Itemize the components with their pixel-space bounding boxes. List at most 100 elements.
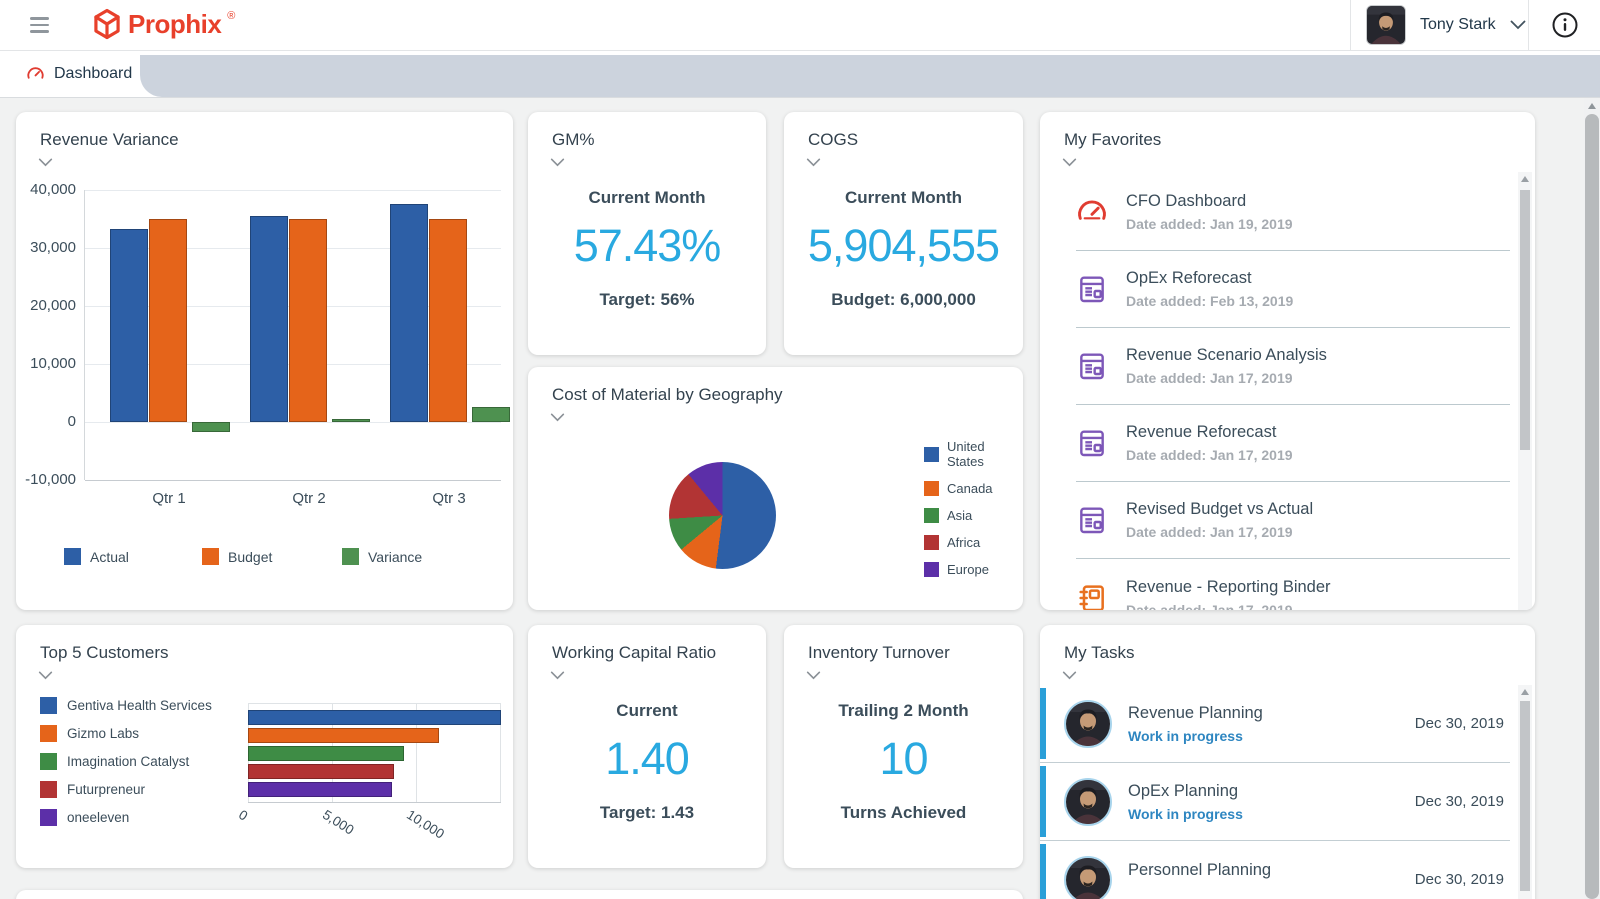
kpi-period-label: Current Month xyxy=(784,188,1023,208)
tab-dashboard-label: Dashboard xyxy=(54,65,132,83)
avatar xyxy=(1064,856,1112,899)
favorite-title: Revenue - Reporting Binder xyxy=(1126,578,1331,597)
gridline xyxy=(85,422,501,423)
x-tick-label: 10,000 xyxy=(404,807,447,842)
chevron-down-icon[interactable] xyxy=(1062,158,1080,170)
legend-swatch xyxy=(40,725,57,742)
legend-item: oneeleven xyxy=(40,809,212,826)
favorite-item[interactable]: Revenue ReforecastDate added: Jan 17, 20… xyxy=(1076,405,1510,482)
legend-label: Africa xyxy=(947,535,980,550)
legend-item: Imagination Catalyst xyxy=(40,753,212,770)
chevron-down-icon[interactable] xyxy=(550,413,568,425)
legend-label: Futurpreneur xyxy=(67,782,145,797)
bar-customer xyxy=(248,764,394,779)
top-bar: Prophix ® Tony Stark xyxy=(0,0,1600,51)
legend-item: Gentiva Health Services xyxy=(40,697,212,714)
task-title: Personnel Planning xyxy=(1128,861,1415,880)
chevron-down-icon[interactable] xyxy=(806,671,824,683)
bar-customer xyxy=(248,746,404,761)
card-title: COGS xyxy=(808,130,858,150)
kpi-value: 5,904,555 xyxy=(784,220,1023,272)
task-status xyxy=(1128,885,1415,899)
y-tick-label: 20,000 xyxy=(18,297,76,314)
page-scrollbar[interactable] xyxy=(1584,98,1600,899)
kpi-value: 57.43% xyxy=(528,220,766,272)
y-tick-label: 0 xyxy=(18,413,76,430)
favorite-title: CFO Dashboard xyxy=(1126,192,1293,211)
bar-budget xyxy=(429,219,467,422)
chevron-down-icon[interactable] xyxy=(1062,671,1080,683)
favorite-item-text: Revenue Scenario AnalysisDate added: Jan… xyxy=(1126,346,1327,386)
menu-icon[interactable] xyxy=(30,17,49,33)
favorite-item[interactable]: Revised Budget vs ActualDate added: Jan … xyxy=(1076,482,1510,559)
chevron-down-icon[interactable] xyxy=(806,158,824,170)
y-tick-label: 10,000 xyxy=(18,355,76,372)
favorite-title: OpEx Reforecast xyxy=(1126,269,1293,288)
avatar xyxy=(1064,778,1112,826)
favorite-item[interactable]: Revenue Scenario AnalysisDate added: Jan… xyxy=(1076,328,1510,405)
report-icon xyxy=(1076,504,1108,536)
user-menu[interactable]: Tony Stark xyxy=(1350,0,1526,50)
task-due-date: Dec 30, 2019 xyxy=(1415,715,1504,732)
scroll-up-arrow-icon[interactable] xyxy=(1521,689,1529,695)
legend-label: Variance xyxy=(368,549,422,565)
task-item[interactable]: Revenue PlanningWork in progressDec 30, … xyxy=(1040,685,1510,763)
scrollbar-thumb[interactable] xyxy=(1520,190,1530,450)
legend-swatch xyxy=(924,481,939,496)
legend-item: Variance xyxy=(342,548,422,565)
scrollbar-thumb[interactable] xyxy=(1520,701,1530,891)
task-item[interactable]: OpEx PlanningWork in progressDec 30, 201… xyxy=(1040,763,1510,841)
report-icon xyxy=(1076,273,1108,305)
report-icon xyxy=(1076,350,1108,382)
tab-dashboard[interactable]: Dashboard xyxy=(0,50,140,97)
legend-label: oneeleven xyxy=(67,810,129,825)
info-button[interactable] xyxy=(1528,0,1600,50)
binder-icon xyxy=(1076,582,1108,611)
legend-label: Imagination Catalyst xyxy=(67,754,189,769)
bar-customer xyxy=(248,728,439,743)
legend-swatch xyxy=(924,508,939,523)
task-status: Work in progress xyxy=(1128,806,1415,822)
scroll-up-arrow-icon[interactable] xyxy=(1588,103,1596,109)
legend-item: Europe xyxy=(924,562,1023,577)
favorite-date-added: Date added: Jan 17, 2019 xyxy=(1126,370,1327,386)
favorite-item[interactable]: Revenue - Reporting BinderDate added: Ja… xyxy=(1076,559,1510,610)
kpi-target-label: Target: 1.43 xyxy=(528,803,766,823)
favorites-list: CFO DashboardDate added: Jan 19, 2019OpE… xyxy=(1040,174,1510,610)
chevron-down-icon[interactable] xyxy=(38,671,56,683)
legend-swatch xyxy=(924,447,939,462)
legend-label: Asia xyxy=(947,508,972,523)
card-my-tasks: My Tasks Revenue PlanningWork in progres… xyxy=(1040,625,1535,899)
dashboard-gauge-icon xyxy=(26,65,45,82)
scroll-up-arrow-icon[interactable] xyxy=(1521,176,1529,182)
card-title: Inventory Turnover xyxy=(808,643,950,663)
x-tick-label: Qtr 3 xyxy=(389,490,509,507)
favorite-item[interactable]: OpEx ReforecastDate added: Feb 13, 2019 xyxy=(1076,251,1510,328)
task-item-text: OpEx Planning Work in progress xyxy=(1128,782,1415,822)
favorite-date-added: Date added: Jan 17, 2019 xyxy=(1126,524,1313,540)
favorite-title: Revenue Reforecast xyxy=(1126,423,1293,442)
dashboard-icon xyxy=(1076,196,1108,228)
brand-registered-mark: ® xyxy=(227,10,235,22)
chevron-down-icon xyxy=(1510,20,1526,30)
cost-geography-pie-chart xyxy=(669,462,776,569)
card-working-capital-ratio: Working Capital Ratio Current 1.40 Targe… xyxy=(528,625,766,868)
card-title: My Favorites xyxy=(1064,130,1161,150)
task-title: OpEx Planning xyxy=(1128,782,1415,801)
favorite-item-text: Revenue - Reporting BinderDate added: Ja… xyxy=(1126,578,1331,611)
prophix-logo[interactable]: Prophix ® xyxy=(92,8,235,40)
task-item[interactable]: Personnel PlanningDec 30, 2019 xyxy=(1040,841,1510,899)
bar-variance xyxy=(192,422,230,432)
tasks-scrollbar[interactable] xyxy=(1518,685,1532,899)
card-title: My Tasks xyxy=(1064,643,1135,663)
favorite-item-text: Revised Budget vs ActualDate added: Jan … xyxy=(1126,500,1313,540)
favorite-item[interactable]: CFO DashboardDate added: Jan 19, 2019 xyxy=(1076,174,1510,251)
card-title: Working Capital Ratio xyxy=(552,643,716,663)
task-item-text: Revenue PlanningWork in progress xyxy=(1128,704,1415,744)
chevron-down-icon[interactable] xyxy=(38,158,56,170)
favorites-scrollbar[interactable] xyxy=(1518,172,1532,610)
scrollbar-thumb[interactable] xyxy=(1585,114,1599,899)
chevron-down-icon[interactable] xyxy=(550,671,568,683)
card-my-favorites: My Favorites CFO DashboardDate added: Ja… xyxy=(1040,112,1535,610)
chevron-down-icon[interactable] xyxy=(550,158,568,170)
